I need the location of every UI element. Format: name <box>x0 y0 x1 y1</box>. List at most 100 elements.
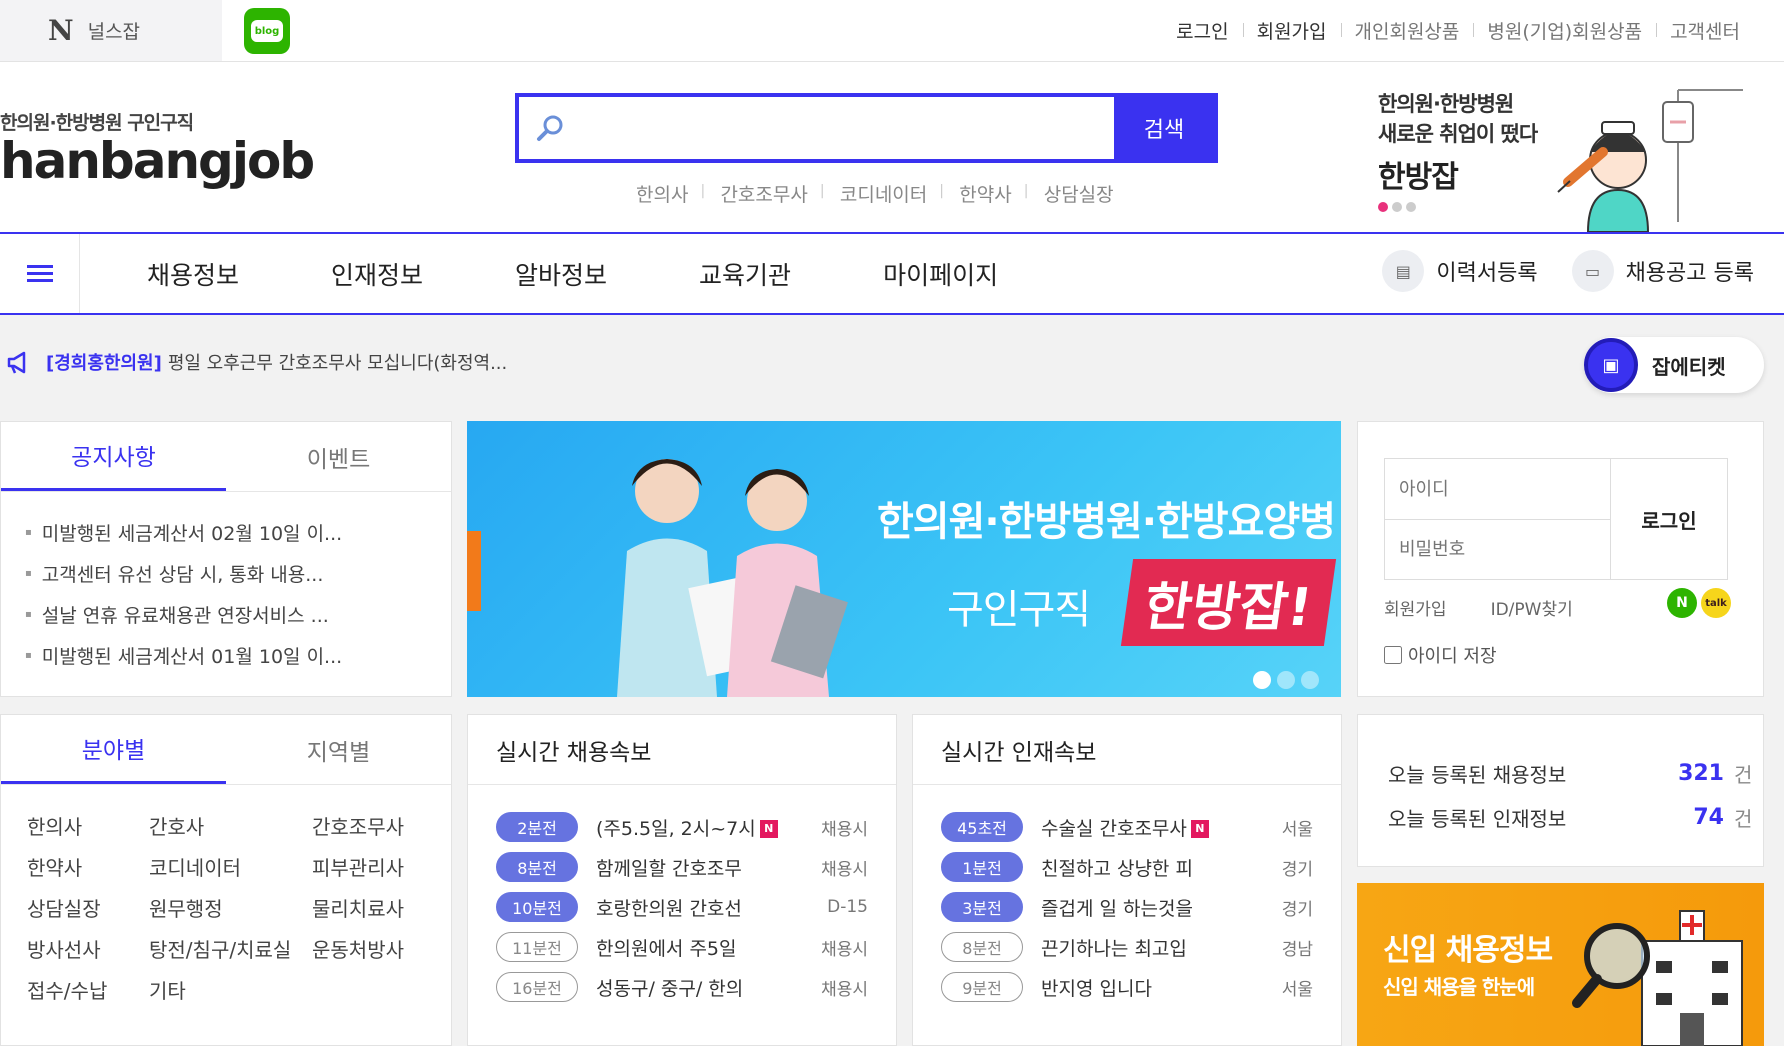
today-jobs-stat[interactable]: 오늘 등록된 채용정보 321 건 <box>1388 751 1763 795</box>
deadline: D-15 <box>827 897 868 917</box>
list-item[interactable]: 8분전 끈기하나는 최고입 경남 <box>913 927 1341 967</box>
find-id-pw-link[interactable]: ID/PW찾기 <box>1491 595 1573 620</box>
new-grad-jobs-banner[interactable]: 신입 채용정보 신입 채용을 한눈에 <box>1357 883 1764 1046</box>
site-logo[interactable]: hanbangjob <box>0 132 315 190</box>
nav-talent-info[interactable]: 인재정보 <box>331 256 423 292</box>
today-talent-stat[interactable]: 오늘 등록된 인재정보 74 건 <box>1388 795 1763 839</box>
search-icon <box>519 97 581 159</box>
field-link[interactable]: 운동처방사 <box>312 934 452 962</box>
field-link[interactable]: 탕전/침구/치료실 <box>149 934 312 962</box>
field-link[interactable]: 한약사 <box>27 852 149 880</box>
search-button[interactable]: 검색 <box>1114 97 1214 159</box>
stat-count: 321 <box>1678 760 1724 786</box>
id-input[interactable] <box>1385 459 1610 519</box>
region: 서울 <box>1281 979 1313 1000</box>
news-ticker[interactable]: [경희홍한의원] 평일 오후근무 간호조무사 모십니다(화정역... <box>6 349 507 375</box>
blog-label: blog <box>251 20 283 42</box>
site-header: 한의원·한방병원 구인구직 hanbangjob 검색 한의사 간호조무사 코디… <box>0 62 1784 232</box>
pagination-dot[interactable] <box>1392 202 1402 212</box>
resume-register-button[interactable]: ▤ 이력서등록 <box>1382 250 1538 292</box>
list-item[interactable]: 8분전 함께일할 간호조무 채용시 <box>468 847 896 887</box>
main-promo-banner[interactable]: 한의원·한방병원·한방요양병 구인구직 한방잡! <box>467 421 1341 697</box>
field-link[interactable]: 접수/수납 <box>27 975 149 1003</box>
field-link[interactable]: 한의사 <box>27 811 149 839</box>
hospital-products-link[interactable]: 병원(기업)회원상품 <box>1473 17 1656 44</box>
save-id-option[interactable]: 아이디 저장 <box>1384 642 1497 668</box>
signup-link[interactable]: 회원가입 <box>1242 17 1341 44</box>
field-link[interactable]: 간호사 <box>149 811 312 839</box>
field-link[interactable]: 간호조무사 <box>312 811 452 839</box>
list-item[interactable]: 45초전 수술실 간호조무사 N 서울 <box>913 807 1341 847</box>
notice-item[interactable]: 고객센터 유선 상담 시, 통화 내용... <box>25 553 451 594</box>
search-input[interactable] <box>581 97 1114 159</box>
tab-by-field[interactable]: 분야별 <box>1 715 226 784</box>
personal-products-link[interactable]: 개인회원상품 <box>1340 17 1474 44</box>
field-link[interactable]: 피부관리사 <box>312 852 452 880</box>
keyword-link[interactable]: 한약사 <box>939 180 1027 207</box>
realtime-jobs-card: 실시간 채용속보 2분전 (주5.5일, 2시~7시 N 채용시 8분전 함께일할… <box>467 714 897 1046</box>
header-promo-banner[interactable]: 한의원·한방병원 새로운 취업이 떴다 한방잡 <box>1378 82 1748 232</box>
notice-item[interactable]: 미발행된 세금계산서 01월 10일 이... <box>25 635 451 676</box>
promo-line-1: 한의원·한방병원 <box>1378 92 1514 116</box>
naver-login-icon[interactable]: N <box>1667 588 1697 618</box>
save-id-checkbox[interactable] <box>1384 646 1402 664</box>
banner-pagination <box>1253 671 1319 689</box>
nav-job-info[interactable]: 채용정보 <box>147 256 239 292</box>
login-inputs <box>1385 459 1611 579</box>
list-item[interactable]: 2분전 (주5.5일, 2시~7시 N 채용시 <box>468 807 896 847</box>
field-link[interactable]: 물리치료사 <box>312 893 452 921</box>
customer-center-link[interactable]: 고객센터 <box>1656 17 1754 44</box>
save-id-label: 아이디 저장 <box>1408 646 1497 667</box>
list-item[interactable]: 9분전 반지영 입니다 서울 <box>913 967 1341 1007</box>
job-title: 한의원에서 주5일 <box>596 937 737 960</box>
keyword-link[interactable]: 코디네이터 <box>820 180 943 207</box>
family-site-nurse-job[interactable]: N 널스잡 <box>0 0 222 61</box>
job-title: 성동구/ 중구/ 한의 <box>596 977 744 1000</box>
pagination-dot[interactable] <box>1277 671 1295 689</box>
keyword-link[interactable]: 한의사 <box>620 180 704 207</box>
keyword-link[interactable]: 간호조무사 <box>700 180 823 207</box>
list-item[interactable]: 11분전 한의원에서 주5일 채용시 <box>468 927 896 967</box>
pagination-dot[interactable] <box>1301 671 1319 689</box>
realtime-talent-list: 45초전 수술실 간호조무사 N 서울 1분전 친절하고 상냥한 피 경기 3분전… <box>913 785 1341 1007</box>
job-post-register-button[interactable]: ▭ 채용공고 등록 <box>1571 250 1754 292</box>
family-site-label: 널스잡 <box>87 21 141 43</box>
keyword-link[interactable]: 상담실장 <box>1024 180 1130 207</box>
kakao-login-icon[interactable]: talk <box>1701 588 1731 618</box>
login-link[interactable]: 로그인 <box>1162 17 1242 44</box>
field-link[interactable]: 방사선사 <box>27 934 149 962</box>
promo-pagination <box>1378 202 1416 212</box>
login-button[interactable]: 로그인 <box>1611 459 1727 579</box>
pagination-dot[interactable] <box>1378 202 1388 212</box>
banner-edge-decoration <box>467 531 481 611</box>
talent-title: 수술실 간호조무사 <box>1041 817 1187 840</box>
list-item[interactable]: 16분전 성동구/ 중구/ 한의 채용시 <box>468 967 896 1007</box>
notice-item[interactable]: 미발행된 세금계산서 02월 10일 이... <box>25 512 451 553</box>
stat-unit: 건 <box>1734 762 1753 787</box>
job-etiquette-button[interactable]: ▣ 잡에티켓 <box>1584 337 1764 393</box>
field-link[interactable]: 원무행정 <box>149 893 312 921</box>
pagination-dot[interactable] <box>1253 671 1271 689</box>
naver-blog-icon[interactable]: blog <box>244 8 290 54</box>
nav-parttime-info[interactable]: 알바정보 <box>515 256 607 292</box>
list-item[interactable]: 3분전 즐겁게 일 하는것을 경기 <box>913 887 1341 927</box>
nav-mypage[interactable]: 마이페이지 <box>883 256 998 292</box>
notice-item[interactable]: 설날 연휴 유료채용관 연장서비스 ... <box>25 594 451 635</box>
field-link[interactable]: 상담실장 <box>27 893 149 921</box>
field-link[interactable]: 코디네이터 <box>149 852 312 880</box>
nav-education[interactable]: 교육기관 <box>699 256 791 292</box>
tab-by-region[interactable]: 지역별 <box>226 715 451 784</box>
pagination-dot[interactable] <box>1406 202 1416 212</box>
signup-link[interactable]: 회원가입 <box>1384 595 1447 620</box>
password-input[interactable] <box>1385 519 1610 579</box>
tab-event[interactable]: 이벤트 <box>226 422 451 491</box>
region: 경남 <box>1281 939 1313 960</box>
tab-notice[interactable]: 공지사항 <box>1 422 226 491</box>
region: 서울 <box>1281 819 1313 840</box>
search-bar: 검색 <box>515 93 1218 163</box>
list-item[interactable]: 1분전 친절하고 상냥한 피 경기 <box>913 847 1341 887</box>
list-item[interactable]: 10분전 호랑한의원 간호선 D-15 <box>468 887 896 927</box>
menu-hamburger-icon[interactable] <box>0 234 80 313</box>
main-menu: 채용정보 인재정보 알바정보 교육기관 마이페이지 <box>147 256 1090 292</box>
field-link[interactable]: 기타 <box>149 975 312 1003</box>
